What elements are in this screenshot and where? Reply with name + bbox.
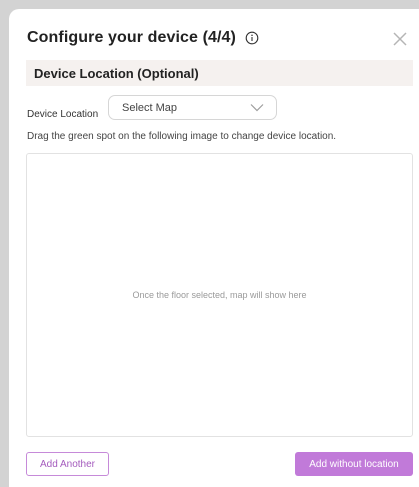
info-icon[interactable] — [245, 31, 259, 45]
title-row: Configure your device (4/4) — [27, 29, 259, 47]
add-without-location-button[interactable]: Add without location — [295, 452, 413, 476]
map-select-value: Select Map — [122, 101, 178, 114]
drag-hint-text: Drag the green spot on the following ima… — [27, 131, 337, 142]
section-header: Device Location (Optional) — [26, 60, 413, 86]
add-another-button[interactable]: Add Another — [26, 452, 109, 476]
dialog-title: Configure your device (4/4) — [27, 29, 236, 46]
device-location-label: Device Location — [27, 109, 99, 120]
map-area[interactable]: Once the floor selected, map will show h… — [26, 153, 413, 437]
map-select[interactable]: Select Map — [108, 95, 277, 120]
configure-device-dialog: Configure your device (4/4) Device Locat… — [9, 9, 419, 487]
map-placeholder-text: Once the floor selected, map will show h… — [132, 290, 307, 300]
close-icon[interactable] — [391, 30, 409, 48]
chevron-down-icon — [250, 104, 264, 112]
section-title: Device Location (Optional) — [34, 65, 199, 81]
